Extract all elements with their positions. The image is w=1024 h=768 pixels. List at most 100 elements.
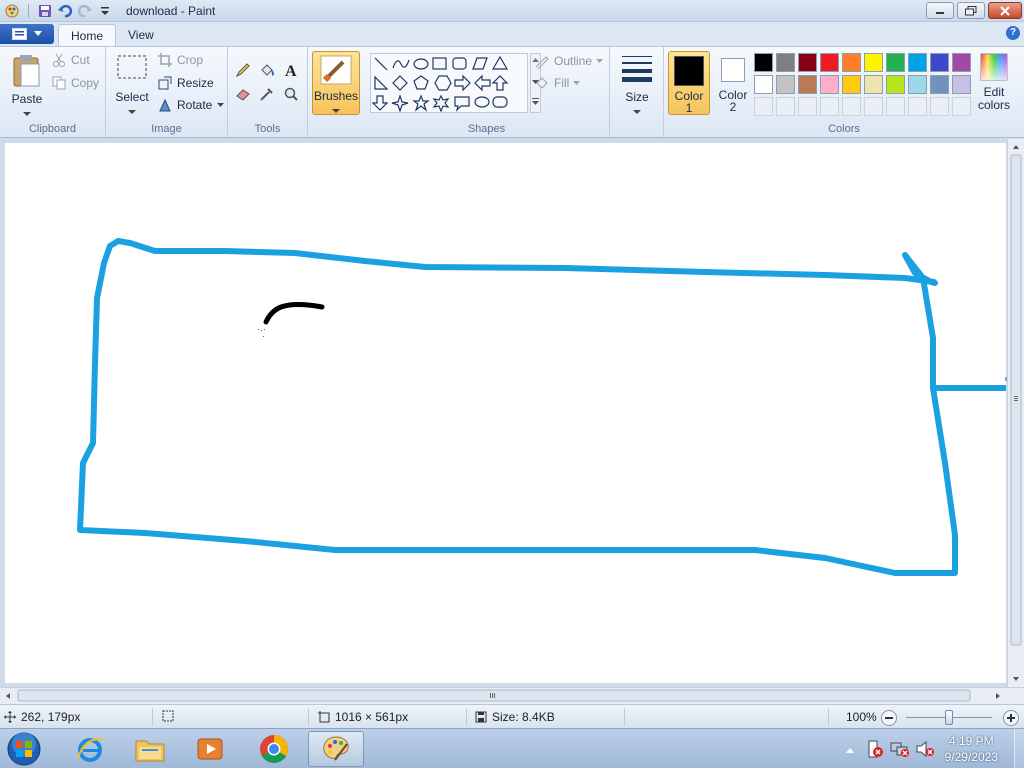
palette-swatch[interactable]: [776, 75, 795, 94]
copy-button[interactable]: Copy: [52, 76, 99, 90]
rounded-callout-shape-icon: [454, 96, 470, 112]
custom-color-slot[interactable]: [820, 97, 839, 116]
zoom-in-button[interactable]: [1003, 710, 1019, 726]
paint-menu-button[interactable]: [0, 24, 54, 44]
color-picker-tool[interactable]: [256, 83, 278, 105]
palette-swatch[interactable]: [886, 75, 905, 94]
show-desktop-button[interactable]: [1014, 729, 1024, 768]
tab-home[interactable]: Home: [58, 24, 117, 46]
minimize-button[interactable]: [926, 2, 954, 19]
magnifier-tool[interactable]: [280, 83, 302, 105]
palette-swatch[interactable]: [930, 75, 949, 94]
image-group-label: Image: [151, 123, 182, 135]
custom-color-slot[interactable]: [842, 97, 861, 116]
drawing-canvas[interactable]: [5, 143, 1006, 683]
chevron-down-icon: [34, 31, 42, 36]
brushes-button[interactable]: Brushes: [312, 51, 360, 115]
palette-swatch[interactable]: [798, 75, 817, 94]
shapes-gallery[interactable]: [371, 54, 519, 113]
fill-label: Fill: [554, 76, 570, 90]
custom-color-slot[interactable]: [754, 97, 773, 116]
palette-swatch[interactable]: [754, 53, 773, 72]
custom-color-slot[interactable]: [952, 97, 971, 116]
customize-qat-icon[interactable]: [97, 3, 113, 19]
custom-color-slot[interactable]: [864, 97, 883, 116]
custom-color-slot[interactable]: [908, 97, 927, 116]
palette-swatch[interactable]: [930, 53, 949, 72]
taskbar-paint[interactable]: [308, 731, 364, 767]
edit-colors-button[interactable]: Edit colors: [976, 53, 1012, 112]
palette-swatch[interactable]: [864, 53, 883, 72]
canvas-dimensions-text: 1016 × 561px: [335, 710, 409, 724]
palette-swatch[interactable]: [754, 75, 773, 94]
up-arrow-shape-icon: [491, 75, 509, 91]
action-center-icon[interactable]: [866, 740, 884, 761]
undo-icon[interactable]: [57, 3, 73, 19]
redo-icon[interactable]: [77, 3, 93, 19]
media-player-icon: [197, 738, 223, 760]
horizontal-scrollbar[interactable]: [0, 687, 1024, 704]
colors-group-label: Colors: [828, 123, 860, 135]
restore-button[interactable]: [957, 2, 985, 19]
outline-button[interactable]: Outline: [534, 53, 604, 69]
palette-swatch[interactable]: [820, 75, 839, 94]
oval-shape-icon: [413, 58, 429, 70]
close-button[interactable]: [988, 2, 1022, 19]
fill-tool[interactable]: [256, 59, 278, 81]
pencil-tool[interactable]: [232, 59, 254, 81]
custom-color-slot[interactable]: [798, 97, 817, 116]
crop-button[interactable]: Crop: [158, 53, 203, 67]
resize-button[interactable]: Resize: [158, 76, 214, 90]
paste-button[interactable]: Paste: [6, 51, 48, 119]
hexagon-shape-icon: [434, 75, 452, 91]
cloud-callout-shape-icon: [492, 96, 508, 108]
polygon-shape-icon: [472, 57, 488, 70]
palette-swatch[interactable]: [908, 53, 927, 72]
chevron-down-icon: [573, 81, 581, 85]
taskbar-file-explorer[interactable]: [122, 731, 178, 767]
zoom-slider-thumb[interactable]: [945, 710, 953, 725]
taskbar-media-player[interactable]: [182, 731, 238, 767]
rotate-button[interactable]: Rotate: [158, 98, 225, 112]
size-button[interactable]: Size: [616, 53, 658, 118]
volume-muted-icon[interactable]: [915, 740, 935, 761]
fill-button[interactable]: Fill: [534, 75, 581, 91]
vertical-scrollbar-parts: [1010, 145, 1022, 681]
select-button[interactable]: Select: [112, 53, 152, 118]
tab-view[interactable]: View: [116, 24, 166, 46]
save-icon[interactable]: [37, 3, 53, 19]
palette-swatch[interactable]: [820, 53, 839, 72]
four-point-star-shape-icon: [391, 94, 409, 113]
palette-swatch[interactable]: [908, 75, 927, 94]
palette-swatch[interactable]: [798, 53, 817, 72]
system-clock[interactable]: 4:19 PM 9/29/2023: [945, 733, 998, 765]
zoom-out-button[interactable]: [881, 710, 897, 726]
clock-time: 4:19 PM: [948, 734, 994, 748]
palette-swatch[interactable]: [952, 53, 971, 72]
palette-swatch[interactable]: [886, 53, 905, 72]
cut-button[interactable]: Cut: [52, 53, 90, 67]
colors-group: Color 1 Color 2 Edit colors Colors: [664, 47, 1024, 139]
taskbar-chrome[interactable]: [246, 731, 302, 767]
taskbar-internet-explorer[interactable]: [62, 731, 118, 767]
custom-color-slot[interactable]: [886, 97, 905, 116]
show-hidden-icons-button[interactable]: [845, 743, 855, 757]
title-bar: download - Paint: [0, 0, 1024, 22]
paint-app-icon[interactable]: [4, 3, 20, 19]
vertical-scrollbar[interactable]: [1007, 139, 1024, 687]
help-icon[interactable]: ?: [1006, 26, 1020, 40]
palette-swatch[interactable]: [952, 75, 971, 94]
color2-button[interactable]: Color 2: [712, 51, 754, 115]
start-button[interactable]: [4, 730, 44, 768]
folder-icon: [135, 740, 165, 762]
custom-color-slot[interactable]: [776, 97, 795, 116]
palette-swatch[interactable]: [776, 53, 795, 72]
text-tool[interactable]: A: [280, 59, 302, 81]
color1-button[interactable]: Color 1: [668, 51, 710, 115]
eraser-tool[interactable]: [232, 83, 254, 105]
palette-swatch[interactable]: [864, 75, 883, 94]
palette-swatch[interactable]: [842, 53, 861, 72]
palette-swatch[interactable]: [842, 75, 861, 94]
custom-color-slot[interactable]: [930, 97, 949, 116]
network-icon[interactable]: [890, 740, 910, 761]
